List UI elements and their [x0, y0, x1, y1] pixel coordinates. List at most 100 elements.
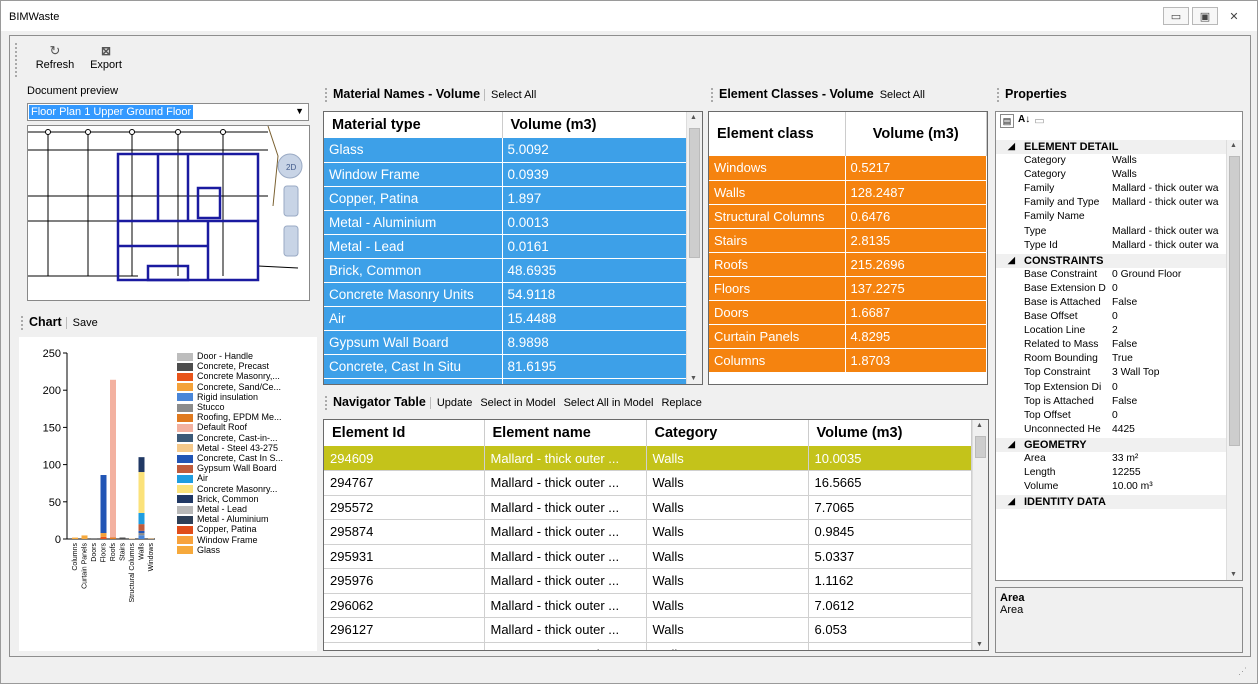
class-row[interactable]: Windows 0.5217: [709, 156, 987, 181]
class-row[interactable]: Columns 1.8703: [709, 348, 987, 373]
material-row[interactable]: Gypsum Wall Board 8.9898: [324, 330, 687, 355]
collapse-icon[interactable]: ◢: [1008, 141, 1015, 152]
property-row[interactable]: Family Mallard - thick outer wa: [996, 183, 1228, 196]
material-row[interactable]: Concrete Masonry Units 54.9118: [324, 282, 687, 307]
material-cell[interactable]: 0.0161: [502, 234, 687, 259]
material-cell[interactable]: 15.4488: [502, 306, 687, 331]
navigator-cell[interactable]: 296326: [324, 642, 485, 650]
property-value[interactable]: Walls: [1112, 169, 1228, 180]
class-row[interactable]: Roofs 215.2696: [709, 252, 987, 277]
material-cell[interactable]: Metal - Steel 43-275: [324, 378, 503, 384]
floor-plan-preview[interactable]: 2D: [27, 125, 310, 301]
navigator-scrollbar[interactable]: ▲ ▼: [972, 420, 988, 650]
material-cell[interactable]: Gypsum Wall Board: [324, 330, 503, 355]
navigator-cell[interactable]: Mallard - thick outer ...: [484, 568, 647, 594]
navigator-cell[interactable]: 1.1162: [808, 568, 972, 594]
navigator-action-update[interactable]: Update: [437, 397, 472, 409]
property-row[interactable]: Base Offset 0: [996, 311, 1228, 324]
property-row[interactable]: Top Constraint 3 Wall Top: [996, 367, 1228, 380]
classes-select-all-button[interactable]: Select All: [880, 89, 925, 101]
column-header[interactable]: Element class: [709, 112, 846, 156]
navigator-action-select-all-in-model[interactable]: Select All in Model: [564, 397, 654, 409]
column-header[interactable]: Volume (m3): [502, 112, 687, 138]
chart-save-button[interactable]: Save: [73, 317, 98, 329]
material-cell[interactable]: 81.6195: [502, 354, 687, 379]
property-value[interactable]: True: [1112, 353, 1228, 364]
property-value[interactable]: Mallard - thick outer wa: [1112, 240, 1228, 251]
material-row[interactable]: Copper, Patina 1.897: [324, 186, 687, 211]
class-row[interactable]: Stairs 2.8135: [709, 228, 987, 253]
property-category[interactable]: ◢ GEOMETRY: [996, 437, 1228, 452]
property-value[interactable]: 0 Ground Floor: [1112, 269, 1228, 280]
class-cell[interactable]: 2.8135: [845, 228, 987, 253]
property-value[interactable]: False: [1112, 297, 1228, 308]
materials-select-all-button[interactable]: Select All: [491, 89, 536, 101]
navigator-cell[interactable]: Partn - p 100 p - Blo...: [484, 642, 647, 650]
material-row[interactable]: Window Frame 0.0939: [324, 162, 687, 187]
class-cell[interactable]: Curtain Panels: [709, 324, 846, 349]
class-cell[interactable]: Roofs: [709, 252, 846, 277]
class-cell[interactable]: Floors: [709, 276, 846, 301]
material-cell[interactable]: 0.0939: [502, 162, 687, 187]
navigator-cell[interactable]: Walls: [646, 568, 809, 594]
material-row[interactable]: Metal - Aluminium 0.0013: [324, 210, 687, 235]
class-cell[interactable]: 1.6687: [845, 300, 987, 325]
navigator-cell[interactable]: Walls: [646, 495, 809, 520]
class-row[interactable]: Curtain Panels 4.8295: [709, 324, 987, 349]
navigator-cell[interactable]: 294767: [324, 470, 485, 496]
material-cell[interactable]: Air: [324, 306, 503, 331]
navigator-cell[interactable]: Mallard - thick outer ...: [484, 519, 647, 545]
class-cell[interactable]: 137.2275: [845, 276, 987, 301]
class-cell[interactable]: 0.5217: [845, 156, 987, 181]
material-row[interactable]: Metal - Steel 43-2750.0178: [324, 378, 687, 384]
property-row[interactable]: Location Line 2: [996, 325, 1228, 338]
navigator-cell[interactable]: 16.5665: [808, 470, 972, 496]
navigator-cell[interactable]: Walls: [646, 446, 809, 471]
property-category[interactable]: ◢ ELEMENT DETAIL: [996, 140, 1228, 154]
property-row[interactable]: Family and Type Mallard - thick outer wa: [996, 197, 1228, 210]
material-cell[interactable]: Window Frame: [324, 162, 503, 187]
class-row[interactable]: Walls 128.2487: [709, 180, 987, 205]
material-cell[interactable]: Concrete Masonry Units: [324, 282, 503, 307]
class-row[interactable]: Structural Columns 0.6476: [709, 204, 987, 229]
property-value[interactable]: 10.00 m³: [1112, 481, 1228, 492]
collapse-icon[interactable]: ◢: [1008, 439, 1015, 450]
property-pages-icon[interactable]: ▭: [1034, 114, 1044, 128]
property-value[interactable]: Mallard - thick outer wa: [1112, 197, 1228, 208]
property-value[interactable]: 12255: [1112, 467, 1228, 478]
properties-scrollbar[interactable]: ▲ ▼: [1226, 140, 1242, 580]
material-cell[interactable]: 5.0092: [502, 138, 687, 163]
navigator-row[interactable]: 296326Partn - p 100 p - Blo...Walls1.550…: [324, 642, 972, 650]
class-cell[interactable]: Stairs: [709, 228, 846, 253]
collapse-icon[interactable]: ◢: [1008, 255, 1015, 266]
close-button[interactable]: ✕: [1221, 7, 1247, 25]
navigator-cell[interactable]: 7.7065: [808, 495, 972, 520]
navigator-cell[interactable]: 10.0035: [808, 446, 972, 471]
navigator-action-replace[interactable]: Replace: [661, 397, 701, 409]
class-cell[interactable]: 128.2487: [845, 180, 987, 205]
material-cell[interactable]: Copper, Patina: [324, 186, 503, 211]
property-value[interactable]: False: [1112, 396, 1228, 407]
property-row[interactable]: Related to Mass False: [996, 339, 1228, 352]
material-cell[interactable]: 8.9898: [502, 330, 687, 355]
navigator-grid[interactable]: Element Id Element name Category Volume …: [323, 419, 989, 651]
navigator-cell[interactable]: 1.5509: [808, 642, 972, 650]
class-row[interactable]: Floors 137.2275: [709, 276, 987, 301]
material-row[interactable]: Metal - Lead 0.0161: [324, 234, 687, 259]
property-value[interactable]: False: [1112, 339, 1228, 350]
navigator-row[interactable]: 295572 Mallard - thick outer ... Walls 7.70…: [324, 495, 972, 520]
navigator-cell[interactable]: 7.0612: [808, 593, 972, 618]
property-row[interactable]: Type Id Mallard - thick outer wa: [996, 240, 1228, 253]
navigator-cell[interactable]: 5.0337: [808, 544, 972, 569]
property-value[interactable]: 0: [1112, 283, 1228, 294]
export-button[interactable]: ⊠ Export: [83, 43, 129, 71]
navigator-row[interactable]: 295976 Mallard - thick outer ... Walls 1.11…: [324, 568, 972, 594]
material-row[interactable]: Brick, Common 48.6935: [324, 258, 687, 283]
class-cell[interactable]: 4.8295: [845, 324, 987, 349]
material-cell[interactable]: 1.897: [502, 186, 687, 211]
property-row[interactable]: Family Name: [996, 211, 1228, 224]
navigator-row[interactable]: 295931 Mallard - thick outer ... Walls 5.03…: [324, 544, 972, 569]
property-row[interactable]: Unconnected He 4425: [996, 424, 1228, 437]
property-value[interactable]: 4425: [1112, 424, 1228, 435]
view-select[interactable]: Floor Plan 1 Upper Ground Floor ▼: [27, 103, 309, 121]
